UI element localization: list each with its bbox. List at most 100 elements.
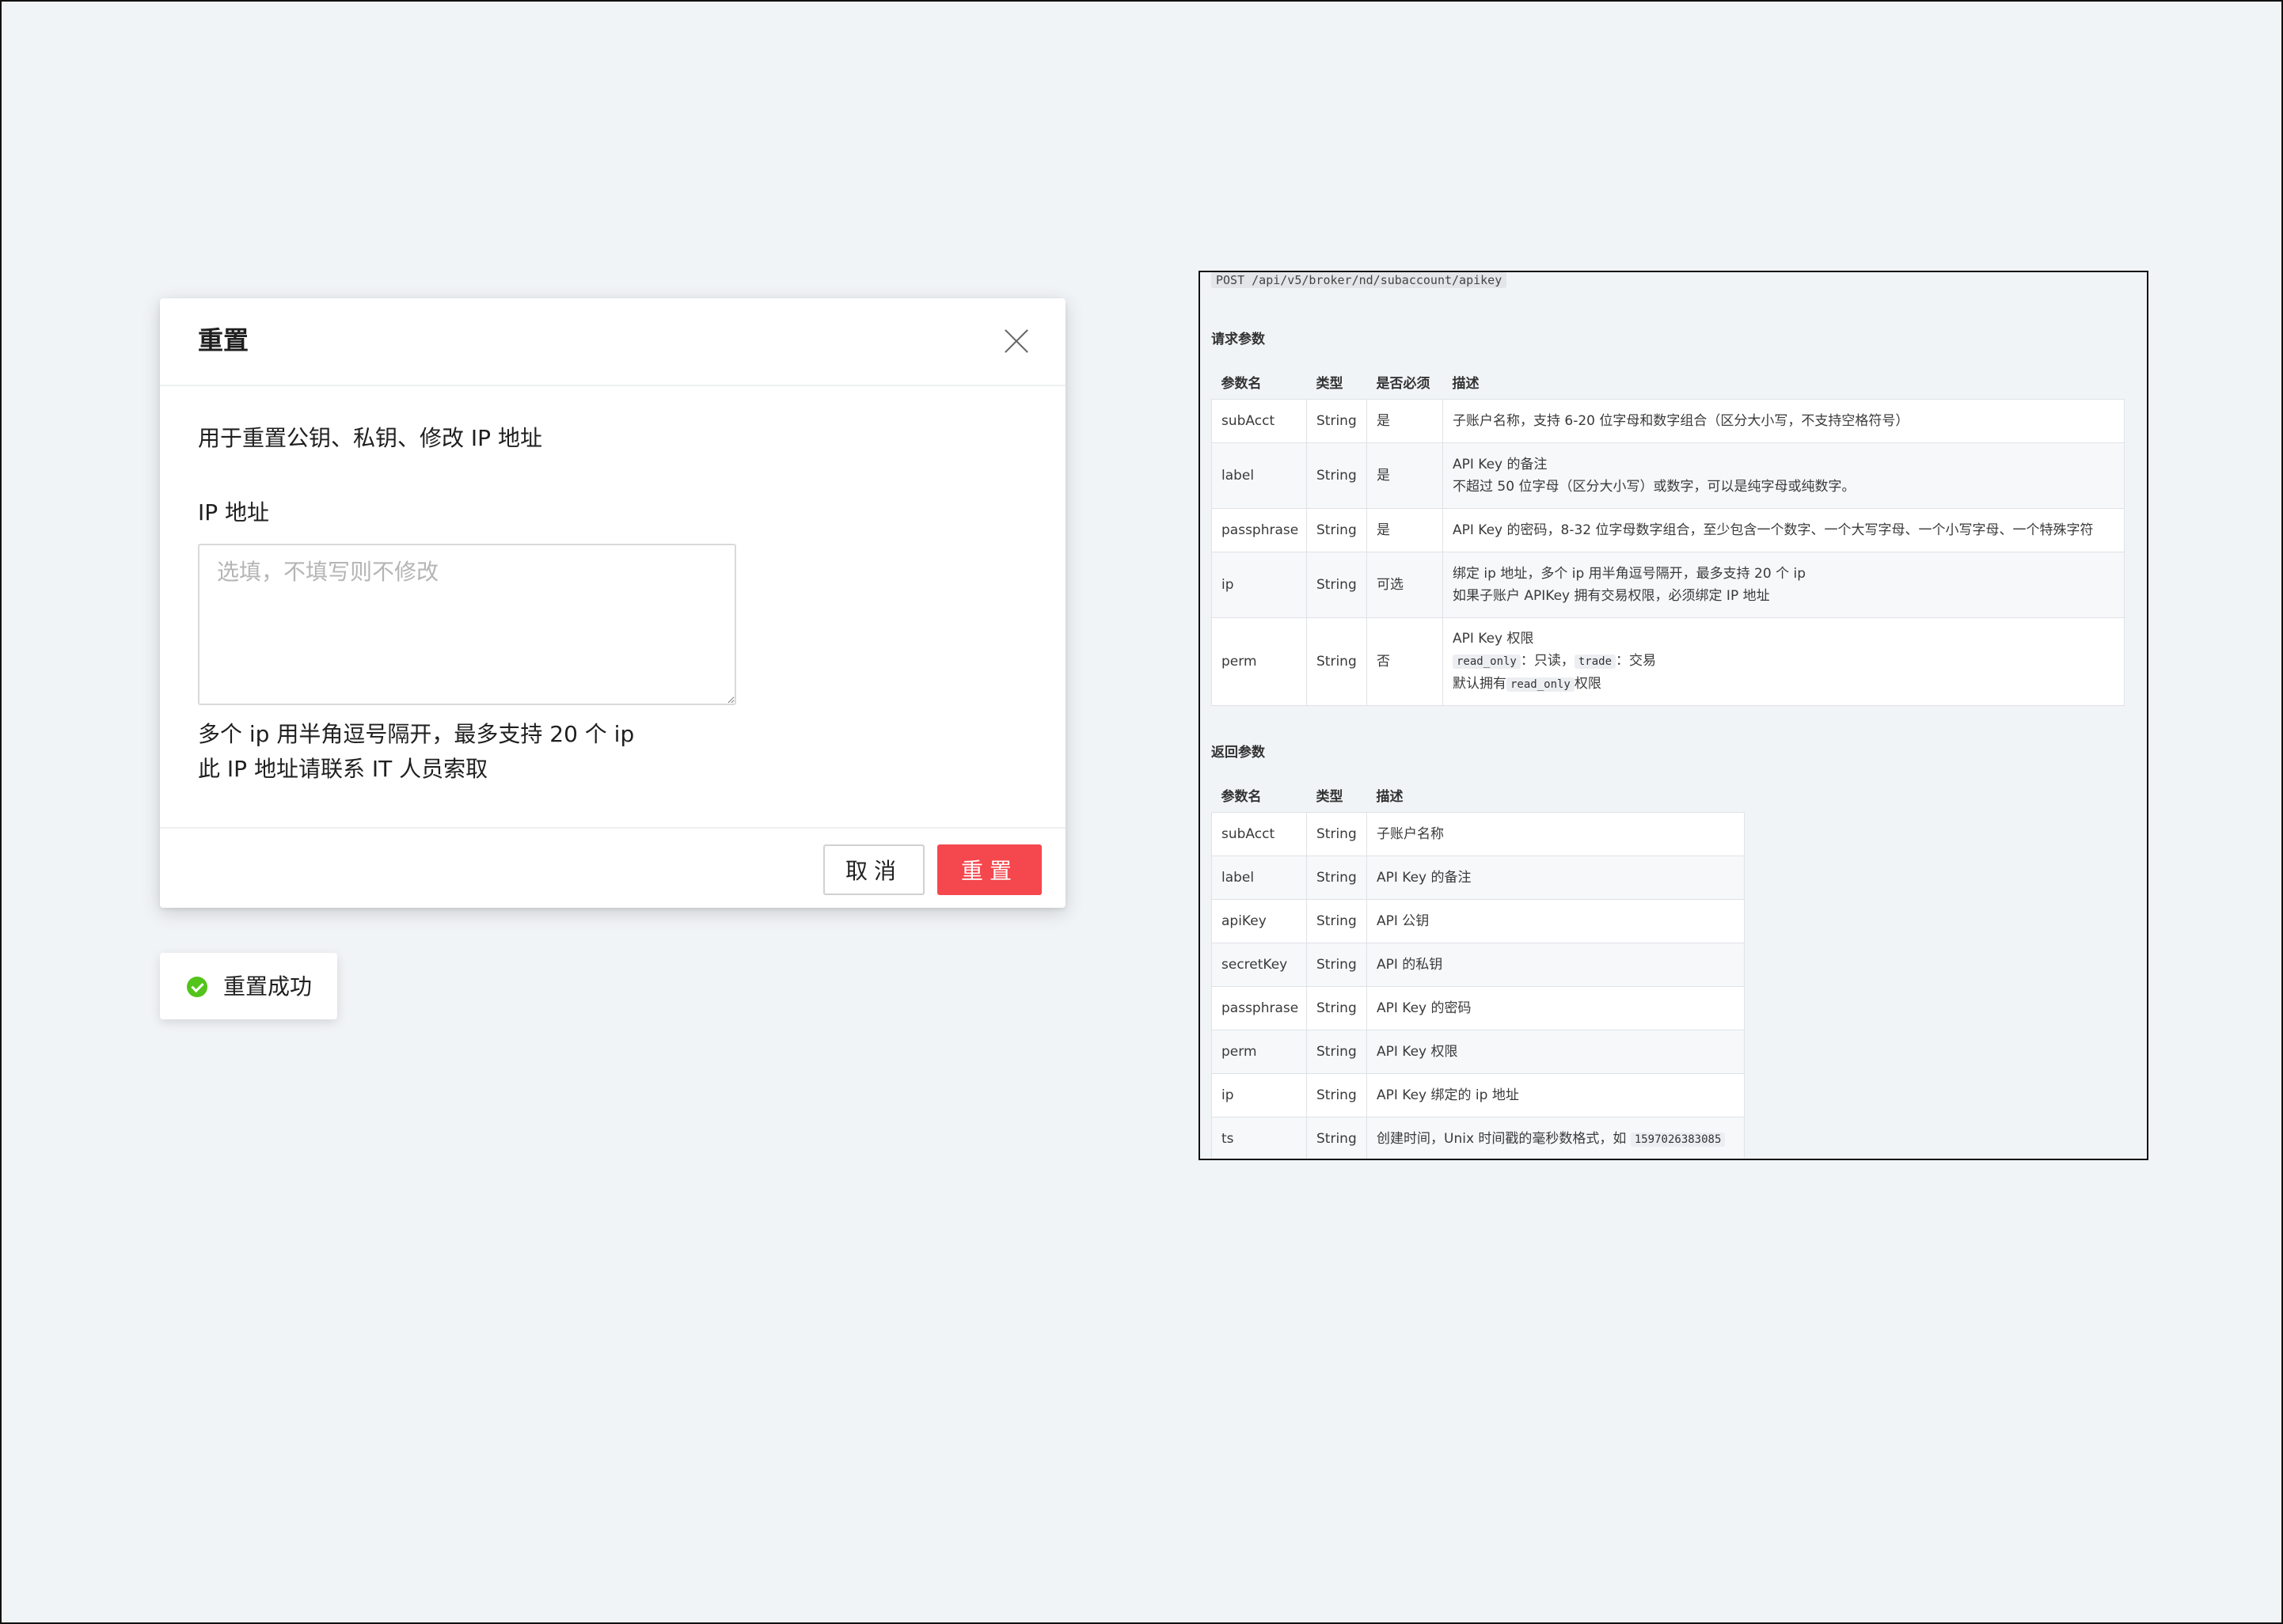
param-required: 是	[1366, 399, 1443, 443]
param-name: label	[1211, 856, 1307, 900]
check-circle-icon	[187, 977, 207, 997]
table-row: passphrase String API Key 的密码	[1211, 986, 1745, 1030]
text-trade: ：交易	[1616, 653, 1657, 669]
desc-text: 创建时间，Unix 时间戳的毫秒数格式，如	[1377, 1130, 1627, 1147]
param-name: perm	[1211, 617, 1307, 706]
modal-title: 重置	[198, 325, 249, 355]
desc-line: 如果子账户 APIKey 拥有交易权限，必须绑定 IP 地址	[1453, 588, 1770, 604]
param-description: API Key 的密码	[1366, 986, 1745, 1030]
param-type: String	[1306, 552, 1367, 618]
param-description: API 的私钥	[1366, 943, 1745, 987]
table-row: ip String 可选 绑定 ip 地址，多个 ip 用半角逗号隔开，最多支持…	[1211, 552, 2125, 618]
param-type: String	[1306, 617, 1367, 706]
ip-hint-limit: 多个 ip 用半角逗号隔开，最多支持 20 个 ip	[198, 721, 635, 747]
col-param-name: 参数名	[1221, 788, 1262, 805]
ip-address-label: IP 地址	[198, 499, 270, 526]
param-type: String	[1306, 442, 1367, 509]
col-type: 类型	[1316, 788, 1343, 805]
param-name: passphrase	[1211, 986, 1307, 1030]
api-doc-panel: POST /api/v5/broker/nd/subaccount/apikey…	[1198, 271, 2148, 1160]
table-header-row: 参数名 类型 描述	[1212, 777, 1745, 813]
ip-address-input[interactable]	[198, 544, 736, 705]
endpoint-path: POST /api/v5/broker/nd/subaccount/apikey	[1211, 272, 1507, 288]
request-params-table: 参数名 类型 是否必须 描述 subAcct String 是 子账户名称，支持…	[1211, 364, 2125, 706]
desc-line: read_only ：只读， trade ：交易	[1453, 650, 2114, 673]
table-row: subAcct String 是 子账户名称，支持 6-20 位字母和数字组合（…	[1211, 399, 2125, 443]
col-description: 描述	[1376, 788, 1404, 805]
ip-hint-contact: 此 IP 地址请联系 IT 人员索取	[198, 756, 488, 782]
param-type: String	[1306, 399, 1367, 443]
text-read-only: ：只读，	[1520, 653, 1575, 669]
param-type: String	[1306, 508, 1367, 552]
col-required: 是否必须	[1376, 375, 1430, 392]
param-description: 绑定 ip 地址，多个 ip 用半角逗号隔开，最多支持 20 个 ip 如果子账…	[1442, 552, 2125, 618]
reset-button[interactable]: 重置	[937, 844, 1042, 895]
param-required: 可选	[1366, 552, 1443, 618]
success-toast: 重置成功	[160, 953, 337, 1019]
table-header-row: 参数名 类型 是否必须 描述	[1212, 364, 2125, 400]
desc-line: 默认拥有 read_only 权限	[1453, 673, 2114, 696]
table-row: ts String 创建时间，Unix 时间戳的毫秒数格式，如 15970263…	[1211, 1117, 1745, 1159]
table-row: subAcct String 子账户名称	[1211, 812, 1745, 856]
request-params-title: 请求参数	[1211, 332, 1265, 347]
param-description: API Key 的密码，8-32 位字母数字组合，至少包含一个数字、一个大写字母…	[1442, 508, 2125, 552]
param-name: ip	[1211, 552, 1307, 618]
desc-line: 不超过 50 位字母（区分大小写）或数字，可以是纯字母或纯数字。	[1453, 479, 1856, 495]
reset-modal: 重置 用于重置公钥、私钥、修改 IP 地址 IP 地址 多个 ip 用半角逗号隔…	[160, 298, 1066, 908]
param-required: 是	[1366, 508, 1443, 552]
param-type: String	[1306, 812, 1367, 856]
desc-line: API Key 权限	[1453, 631, 1534, 647]
return-params-table: 参数名 类型 描述 subAcct String 子账户名称 label Str…	[1211, 777, 1745, 1159]
desc-line: 绑定 ip 地址，多个 ip 用半角逗号隔开，最多支持 20 个 ip	[1453, 566, 1806, 582]
modal-header: 重置	[160, 298, 1066, 386]
param-name: subAcct	[1211, 399, 1307, 443]
code-trade: trade	[1574, 655, 1616, 669]
param-name: passphrase	[1211, 508, 1307, 552]
modal-footer: 取消 重置	[160, 827, 1066, 909]
param-description: API Key 的备注 不超过 50 位字母（区分大小写）或数字，可以是纯字母或…	[1442, 442, 2125, 509]
cancel-button[interactable]: 取消	[823, 844, 925, 895]
table-row: apiKey String API 公钥	[1211, 899, 1745, 943]
desc-line: API Key 的备注	[1453, 457, 1548, 472]
close-icon[interactable]	[1002, 327, 1031, 355]
param-required: 是	[1366, 442, 1443, 509]
code-timestamp: 1597026383085	[1630, 1132, 1726, 1147]
param-name: subAcct	[1211, 812, 1307, 856]
param-description: 子账户名称，支持 6-20 位字母和数字组合（区分大小写，不支持空格符号）	[1442, 399, 2125, 443]
col-param-name: 参数名	[1221, 375, 1262, 392]
table-row: passphrase String 是 API Key 的密码，8-32 位字母…	[1211, 508, 2125, 552]
table-row: label String 是 API Key 的备注 不超过 50 位字母（区分…	[1211, 442, 2125, 509]
param-description: 创建时间，Unix 时间戳的毫秒数格式，如 1597026383085	[1366, 1117, 1745, 1159]
table-row: secretKey String API 的私钥	[1211, 943, 1745, 987]
col-description: 描述	[1452, 375, 1480, 392]
param-type: String	[1306, 986, 1367, 1030]
param-description: 子账户名称	[1366, 812, 1745, 856]
param-name: ts	[1211, 1117, 1307, 1159]
table-row: perm String API Key 权限	[1211, 1030, 1745, 1074]
param-type: String	[1306, 943, 1367, 987]
modal-description: 用于重置公钥、私钥、修改 IP 地址	[198, 425, 542, 451]
desc-line: API Key 的密码，8-32 位字母数字组合，至少包含一个数字、一个大写字母…	[1453, 522, 2094, 538]
return-params-title: 返回参数	[1211, 745, 1265, 761]
param-description: API Key 的备注	[1366, 856, 1745, 900]
param-name: secretKey	[1211, 943, 1307, 987]
table-row: perm String 否 API Key 权限 read_only ：只读， tr…	[1211, 617, 2125, 706]
code-default: read_only	[1506, 677, 1575, 692]
default-prefix: 默认拥有	[1453, 676, 1506, 692]
param-description: API Key 绑定的 ip 地址	[1366, 1073, 1745, 1117]
col-type: 类型	[1316, 375, 1343, 392]
param-required: 否	[1366, 617, 1443, 706]
param-type: String	[1306, 899, 1367, 943]
param-name: apiKey	[1211, 899, 1307, 943]
param-name: label	[1211, 442, 1307, 509]
table-row: ip String API Key 绑定的 ip 地址	[1211, 1073, 1745, 1117]
desc-line: 子账户名称，支持 6-20 位字母和数字组合（区分大小写，不支持空格符号）	[1453, 413, 1909, 429]
param-type: String	[1306, 1117, 1367, 1159]
param-description: API Key 权限	[1366, 1030, 1745, 1074]
toast-message: 重置成功	[223, 973, 313, 1000]
default-suffix: 权限	[1574, 676, 1601, 692]
param-type: String	[1306, 1073, 1367, 1117]
param-description: API Key 权限 read_only ：只读， trade ：交易 默认拥有 rea…	[1442, 617, 2125, 706]
param-type: String	[1306, 856, 1367, 900]
param-type: String	[1306, 1030, 1367, 1074]
